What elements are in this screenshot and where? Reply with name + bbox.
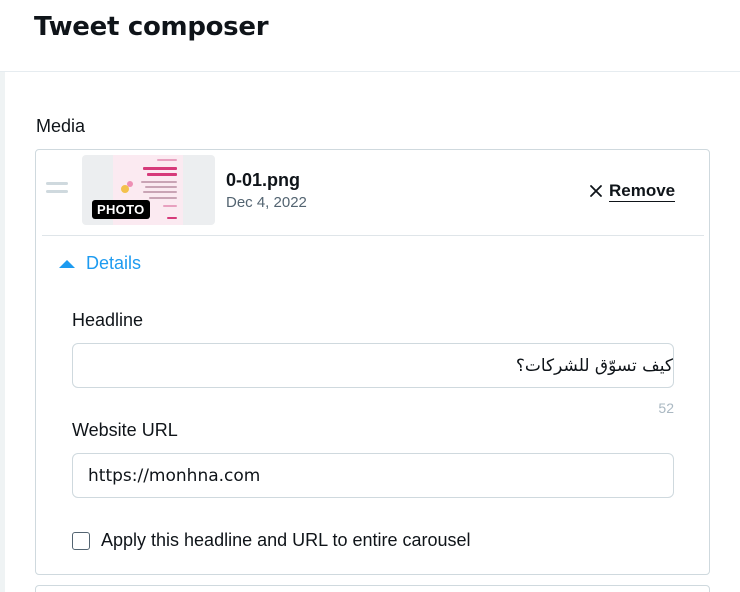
media-item-card: PHOTO 0-01.png Dec 4, 2022 Remove Detail… xyxy=(35,149,710,575)
apply-to-carousel-option[interactable]: Apply this headline and URL to entire ca… xyxy=(72,530,471,551)
media-file-name: 0-01.png xyxy=(226,170,301,190)
website-url-input[interactable] xyxy=(72,453,674,498)
website-url-label: Website URL xyxy=(72,420,178,440)
page-title: Tweet composer xyxy=(34,12,269,42)
headline-label: Headline xyxy=(72,310,144,330)
page-header: Tweet composer xyxy=(0,0,740,72)
headline-char-count: 52 xyxy=(658,400,674,416)
card-divider xyxy=(42,235,704,236)
details-toggle[interactable]: Details xyxy=(58,253,141,274)
media-thumbnail: PHOTO xyxy=(82,155,215,225)
media-section-label: Media xyxy=(36,116,86,136)
media-file-date: Dec 4, 2022 xyxy=(226,194,307,211)
tweet-composer-page: Tweet composer Media PHOTO 0-01.png Dec … xyxy=(0,0,740,592)
next-media-card xyxy=(35,585,710,592)
close-icon xyxy=(590,185,602,197)
photo-badge: PHOTO xyxy=(92,200,150,219)
remove-media-button[interactable]: Remove xyxy=(589,179,676,203)
details-toggle-label: Details xyxy=(86,253,142,273)
headline-input[interactable] xyxy=(72,343,674,388)
apply-to-carousel-checkbox[interactable] xyxy=(72,531,90,550)
drag-handle-icon[interactable] xyxy=(46,182,68,196)
remove-media-label: Remove xyxy=(609,180,676,202)
chevron-up-icon xyxy=(59,259,75,268)
apply-to-carousel-label: Apply this headline and URL to entire ca… xyxy=(101,530,471,550)
left-rail xyxy=(0,72,5,592)
